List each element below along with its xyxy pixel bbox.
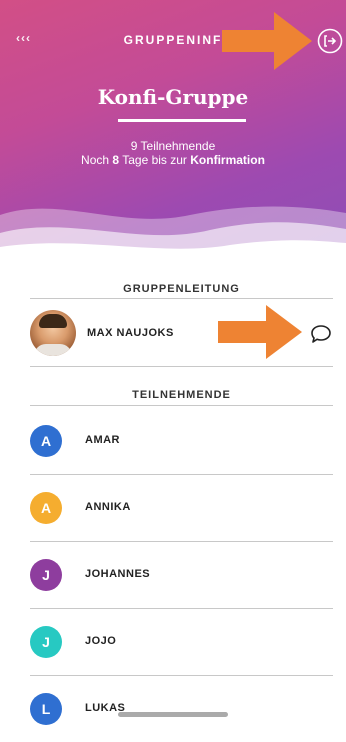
list-item[interactable]: L LUKAS [30, 676, 333, 742]
list-item[interactable]: J JOHANNES [30, 542, 333, 608]
member-name: ANNIKA [85, 501, 131, 513]
group-name: Konfi-Gruppe [97, 85, 249, 109]
participant-count: 9 Teilnehmende [130, 139, 216, 153]
days-middle: Tage bis zur [122, 153, 187, 167]
header-wave [0, 206, 346, 265]
list-item[interactable]: A ANNIKA [30, 475, 333, 541]
divider [30, 298, 333, 299]
days-prefix: Noch [81, 153, 110, 167]
avatar: A [30, 425, 62, 457]
days-event: Konfirmation [190, 153, 265, 167]
divider [30, 405, 333, 406]
home-indicator[interactable] [118, 712, 228, 717]
chat-bubble-icon[interactable] [310, 324, 332, 344]
annotation-arrow-chat [218, 305, 302, 359]
list-item[interactable]: J JOJO [30, 609, 333, 675]
days-until-event: Noch 8 Tage bis zur Konfirmation [0, 153, 346, 167]
participants-section-title: TEILNEHMENDE [132, 389, 231, 401]
avatar: J [30, 559, 62, 591]
avatar [30, 310, 76, 356]
days-number: 8 [112, 153, 120, 167]
member-name: AMAR [85, 434, 120, 446]
avatar: J [30, 626, 62, 658]
avatar: A [30, 492, 62, 524]
annotation-arrow-logout [222, 12, 312, 70]
member-name: JOJO [85, 635, 117, 647]
divider [30, 366, 333, 367]
leadership-section-title: GRUPPENLEITUNG [123, 283, 240, 295]
title-underline [118, 119, 246, 122]
logout-icon[interactable] [317, 28, 343, 54]
member-name: JOHANNES [85, 568, 151, 580]
leader-name: MAX NAUJOKS [87, 327, 174, 339]
list-item[interactable]: A AMAR [30, 408, 333, 474]
avatar: L [30, 693, 62, 725]
